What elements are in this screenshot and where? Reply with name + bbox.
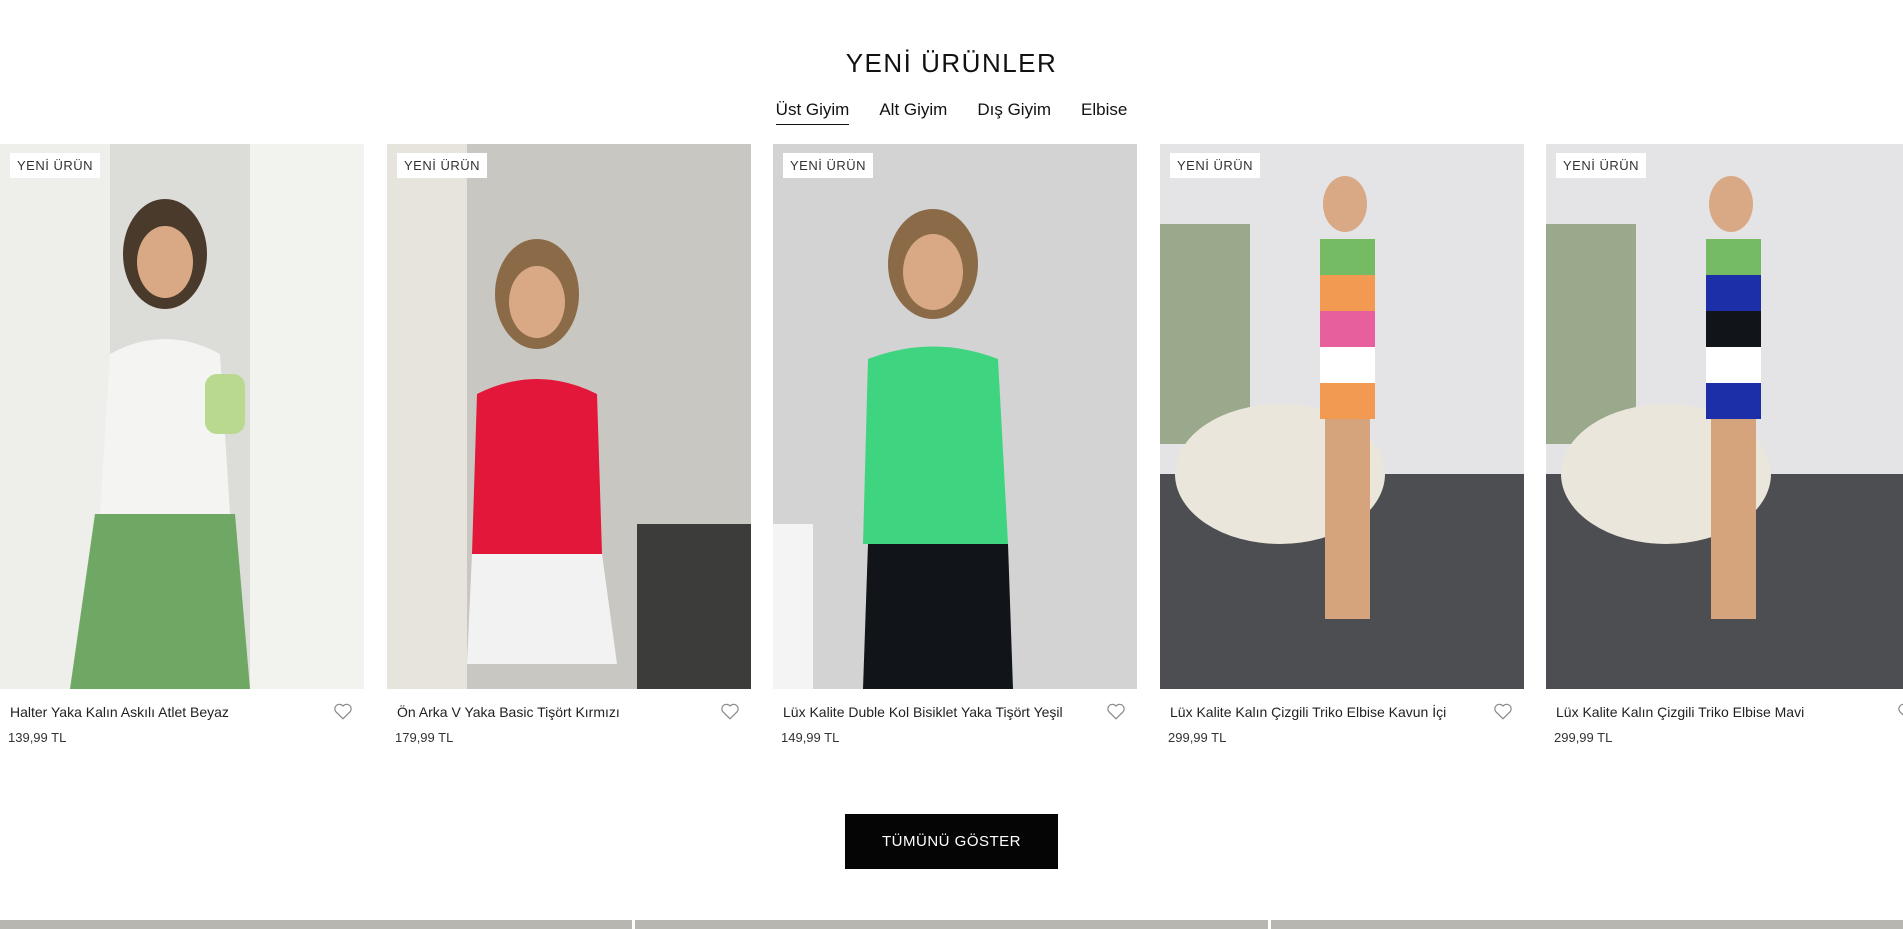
tab-dis-giyim[interactable]: Dış Giyim (977, 100, 1051, 125)
heart-icon[interactable] (332, 700, 354, 722)
tab-ust-giyim[interactable]: Üst Giyim (775, 100, 850, 125)
product-name[interactable]: Lüx Kalite Kalın Çizgili Triko Elbise Ma… (1556, 704, 1866, 720)
new-product-badge: YENİ ÜRÜN (10, 153, 101, 178)
new-product-badge: YENİ ÜRÜN (397, 153, 488, 178)
product-photo-placeholder (387, 144, 751, 689)
banner-strip (0, 920, 1903, 929)
product-photo-placeholder (1546, 144, 1903, 689)
tab-alt-giyim[interactable]: Alt Giyim (879, 100, 947, 125)
product-image[interactable]: YENİ ÜRÜN (773, 144, 1137, 689)
product-photo-placeholder (1160, 144, 1524, 689)
product-name[interactable]: Halter Yaka Kalın Askılı Atlet Beyaz (10, 704, 320, 720)
product-price: 299,99 TL (1554, 730, 1613, 745)
banner-image[interactable] (0, 920, 633, 929)
banner-image[interactable] (635, 920, 1268, 929)
product-carousel: YENİ ÜRÜN Halter Yaka Kalın Askılı Atlet… (0, 144, 1903, 754)
product-price: 149,99 TL (781, 730, 840, 745)
product-name[interactable]: Ön Arka V Yaka Basic Tişört Kırmızı (397, 704, 707, 720)
tab-elbise[interactable]: Elbise (1081, 100, 1127, 125)
product-image[interactable]: YENİ ÜRÜN (387, 144, 751, 689)
new-product-badge: YENİ ÜRÜN (1170, 153, 1261, 178)
show-all-button[interactable]: TÜMÜNÜ GÖSTER (845, 814, 1058, 869)
product-price: 179,99 TL (395, 730, 454, 745)
product-image[interactable]: YENİ ÜRÜN (1546, 144, 1903, 689)
product-price: 139,99 TL (8, 730, 67, 745)
heart-icon[interactable] (719, 700, 741, 722)
product-photo-placeholder (0, 144, 364, 689)
new-product-badge: YENİ ÜRÜN (783, 153, 874, 178)
product-name[interactable]: Lüx Kalite Kalın Çizgili Triko Elbise Ka… (1170, 704, 1480, 720)
heart-icon[interactable] (1896, 700, 1903, 722)
heart-icon[interactable] (1105, 700, 1127, 722)
product-card[interactable]: YENİ ÜRÜN Lüx Kalite Kalın Çizgili Triko… (1160, 144, 1524, 745)
section-title: YENİ ÜRÜNLER (845, 48, 1058, 78)
category-tabs: Üst Giyim Alt Giyim Dış Giyim Elbise (0, 100, 1903, 125)
product-image[interactable]: YENİ ÜRÜN (0, 144, 364, 689)
product-name[interactable]: Lüx Kalite Duble Kol Bisiklet Yaka Tişör… (783, 704, 1093, 720)
banner-image[interactable] (1270, 920, 1903, 929)
product-card[interactable]: YENİ ÜRÜN Lüx Kalite Kalın Çizgili Triko… (1546, 144, 1903, 745)
product-card[interactable]: YENİ ÜRÜN Ön Arka V Yaka Basic Tişört Kı… (387, 144, 751, 745)
product-card[interactable]: YENİ ÜRÜN Lüx Kalite Duble Kol Bisiklet … (773, 144, 1137, 745)
product-photo-placeholder (773, 144, 1137, 689)
product-card[interactable]: YENİ ÜRÜN Halter Yaka Kalın Askılı Atlet… (0, 144, 364, 745)
product-price: 299,99 TL (1168, 730, 1227, 745)
heart-icon[interactable] (1492, 700, 1514, 722)
product-image[interactable]: YENİ ÜRÜN (1160, 144, 1524, 689)
new-product-badge: YENİ ÜRÜN (1556, 153, 1647, 178)
